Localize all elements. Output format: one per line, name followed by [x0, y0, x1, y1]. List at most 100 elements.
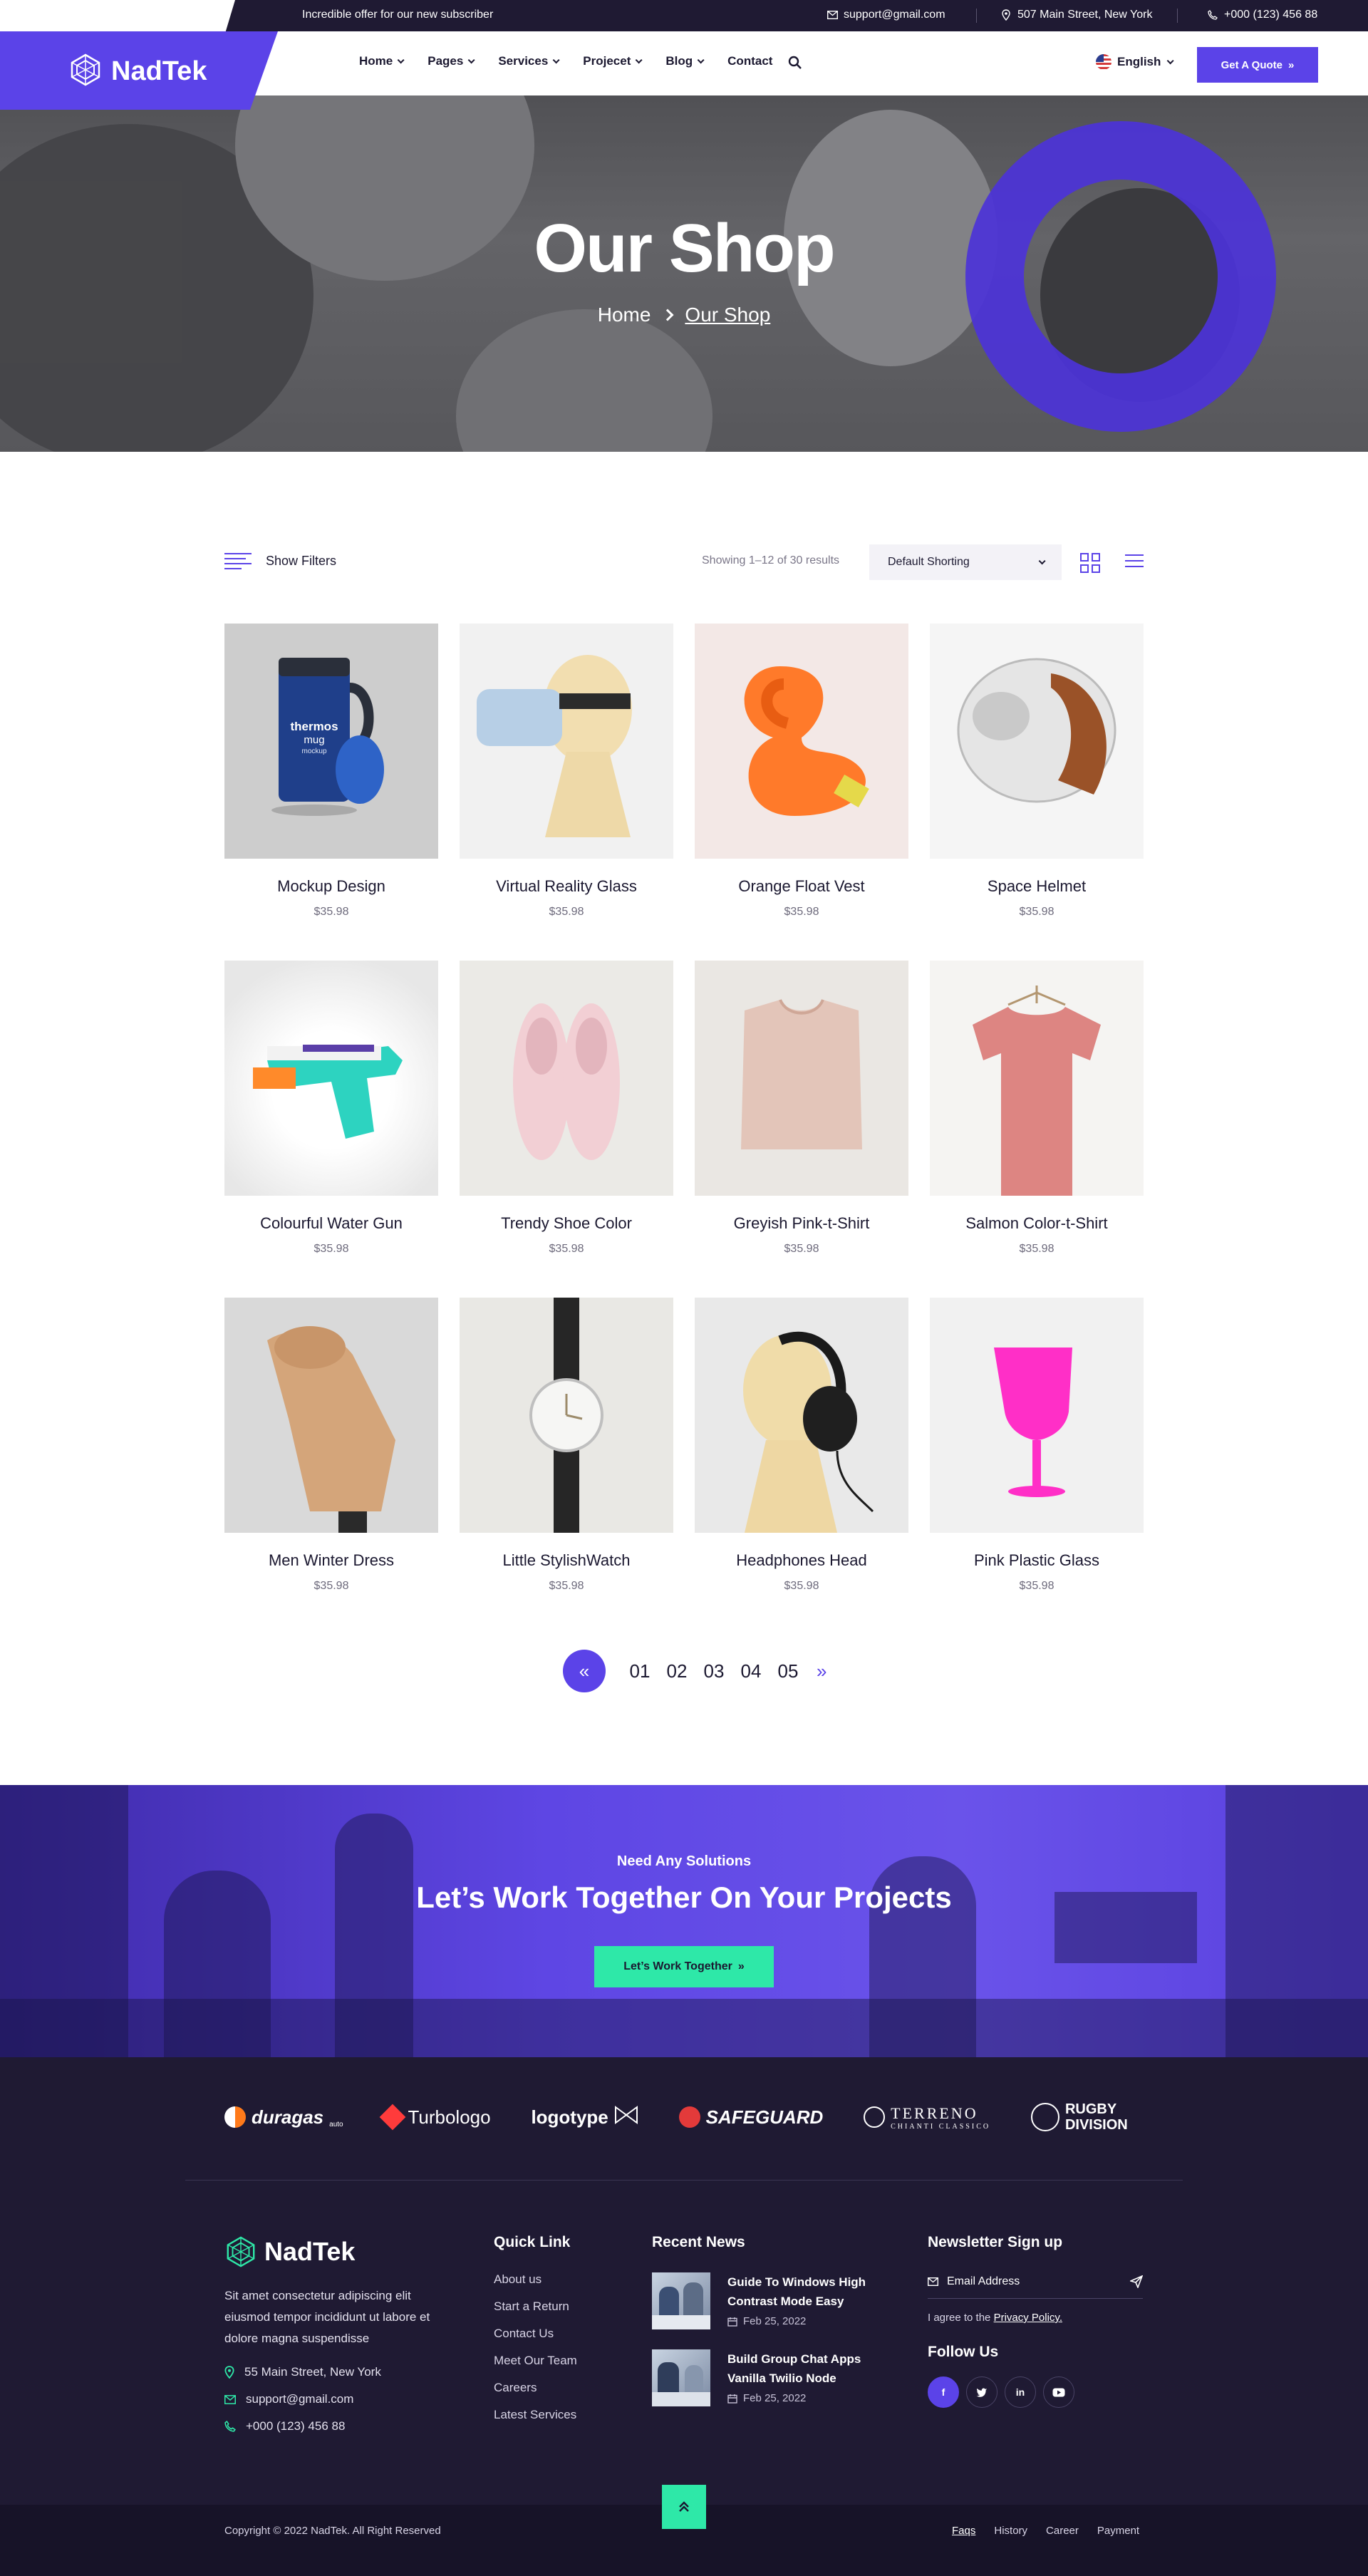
- product-price: $35.98: [784, 1243, 819, 1255]
- product-card[interactable]: Virtual Reality Glass $35.98: [460, 624, 673, 933]
- page-link[interactable]: 03: [700, 1660, 728, 1682]
- next-page-icon[interactable]: »: [817, 1660, 826, 1682]
- get-quote-button[interactable]: Get A Quote »: [1197, 47, 1318, 83]
- news-item[interactable]: Guide To Windows High Contrast Mode Easy…: [652, 2272, 870, 2329]
- show-filters-button[interactable]: Show Filters: [224, 553, 336, 569]
- product-card[interactable]: Greyish Pink-t-Shirt $35.98: [695, 961, 908, 1271]
- list-view-icon[interactable]: [1125, 554, 1144, 567]
- product-image-headphones[interactable]: [695, 1298, 908, 1533]
- product-image-space-helmet[interactable]: [930, 624, 1144, 859]
- bottom-link-faqs[interactable]: Faqs: [952, 2525, 975, 2537]
- previous-page-icon[interactable]: «: [563, 1650, 606, 1692]
- work-together-button[interactable]: Let’s Work Together »: [594, 1946, 774, 1987]
- news-item[interactable]: Build Group Chat Apps Vanilla Twilio Nod…: [652, 2349, 870, 2406]
- product-name[interactable]: Colourful Water Gun: [224, 1214, 438, 1233]
- product-name[interactable]: Greyish Pink-t-Shirt: [695, 1214, 908, 1233]
- footer-link[interactable]: Careers: [494, 2381, 577, 2395]
- partner-logo-duragas[interactable]: duragas auto: [224, 2106, 343, 2128]
- page-link[interactable]: 04: [737, 1660, 765, 1682]
- product-image-vr-glass[interactable]: [460, 624, 673, 859]
- partner-logo-turbologo[interactable]: Turbologo: [380, 2104, 491, 2131]
- nav-item-blog[interactable]: Blog: [665, 54, 705, 68]
- product-image-mug[interactable]: thermos mug mockup: [224, 624, 438, 859]
- product-name[interactable]: Men Winter Dress: [224, 1551, 438, 1570]
- footer-link[interactable]: Start a Return: [494, 2300, 577, 2314]
- footer-phone[interactable]: +000 (123) 456 88: [224, 2419, 438, 2433]
- send-icon[interactable]: [1130, 2275, 1143, 2288]
- footer-link[interactable]: Latest Services: [494, 2408, 577, 2422]
- scroll-to-top-button[interactable]: [662, 2485, 706, 2529]
- product-name[interactable]: Pink Plastic Glass: [930, 1551, 1144, 1570]
- product-name[interactable]: Trendy Shoe Color: [460, 1214, 673, 1233]
- product-name[interactable]: Mockup Design: [224, 877, 438, 896]
- footer-link[interactable]: About us: [494, 2272, 577, 2287]
- product-image-pink-tshirt[interactable]: [695, 961, 908, 1196]
- news-title[interactable]: Build Group Chat Apps Vanilla Twilio Nod…: [727, 2349, 870, 2388]
- topbar-phone[interactable]: +000 (123) 456 88: [1207, 9, 1317, 21]
- product-price: $35.98: [314, 1243, 349, 1255]
- topbar-email[interactable]: support@gmail.com: [826, 9, 945, 21]
- product-name[interactable]: Little StylishWatch: [460, 1551, 673, 1570]
- footer-email[interactable]: support@gmail.com: [224, 2392, 438, 2406]
- page-link[interactable]: 05: [774, 1660, 802, 1682]
- product-name[interactable]: Headphones Head: [695, 1551, 908, 1570]
- product-image-shoes[interactable]: [460, 961, 673, 1196]
- partner-logo-terreno[interactable]: TERRENO CHIANTI CLASSICO: [864, 2104, 990, 2131]
- breadcrumb-current[interactable]: Our Shop: [685, 304, 770, 326]
- product-image-float-vest[interactable]: [695, 624, 908, 859]
- product-card[interactable]: Colourful Water Gun $35.98: [224, 961, 438, 1271]
- nav-item-home[interactable]: Home: [359, 54, 405, 68]
- linkedin-icon[interactable]: in: [1005, 2376, 1036, 2408]
- partner-name: duragas: [252, 2106, 324, 2128]
- product-name[interactable]: Orange Float Vest: [695, 877, 908, 896]
- logo-block[interactable]: NadTek: [0, 31, 278, 110]
- product-card[interactable]: Little StylishWatch $35.98: [460, 1298, 673, 1608]
- product-image-watch[interactable]: [460, 1298, 673, 1533]
- page-link[interactable]: 02: [663, 1660, 691, 1682]
- footer-link[interactable]: Meet Our Team: [494, 2354, 577, 2368]
- language-selector[interactable]: English: [1096, 54, 1174, 70]
- product-name[interactable]: Salmon Color-t-Shirt: [930, 1214, 1144, 1233]
- newsletter-placeholder[interactable]: Email Address: [947, 2275, 1020, 2288]
- breadcrumb-home[interactable]: Home: [598, 304, 651, 326]
- product-card[interactable]: Pink Plastic Glass $35.98: [930, 1298, 1144, 1608]
- footer-logo[interactable]: NadTek: [224, 2235, 438, 2268]
- product-card[interactable]: thermos mug mockup Mockup Design $35.98: [224, 624, 438, 933]
- nav-item-contact[interactable]: Contact: [727, 54, 772, 68]
- footer-link[interactable]: Contact Us: [494, 2327, 577, 2341]
- nav-item-services[interactable]: Services: [498, 54, 560, 68]
- partner-logo-logotype[interactable]: logotype: [531, 2105, 638, 2129]
- product-image-salmon-tshirt[interactable]: [930, 961, 1144, 1196]
- page-link[interactable]: 01: [626, 1660, 654, 1682]
- partner-name: RUGBY DIVISION: [1064, 2101, 1128, 2133]
- newsletter-email-field[interactable]: Email Address: [928, 2275, 1143, 2299]
- nav-item-pages[interactable]: Pages: [428, 54, 475, 68]
- product-card[interactable]: Salmon Color-t-Shirt $35.98: [930, 961, 1144, 1271]
- product-card[interactable]: Space Helmet $35.98: [930, 624, 1144, 933]
- bottom-link-history[interactable]: History: [994, 2525, 1027, 2537]
- product-card[interactable]: Men Winter Dress $35.98: [224, 1298, 438, 1608]
- product-image-water-gun[interactable]: [224, 961, 438, 1196]
- bottom-link-payment[interactable]: Payment: [1097, 2525, 1139, 2537]
- partner-logo-safeguard[interactable]: SAFEGUARD: [678, 2106, 823, 2128]
- facebook-icon[interactable]: f: [928, 2376, 959, 2408]
- product-card[interactable]: Orange Float Vest $35.98: [695, 624, 908, 933]
- news-title[interactable]: Guide To Windows High Contrast Mode Easy: [727, 2272, 870, 2311]
- product-image-pink-glass[interactable]: [930, 1298, 1144, 1533]
- product-name[interactable]: Virtual Reality Glass: [460, 877, 673, 896]
- grid-view-icon[interactable]: [1080, 553, 1100, 573]
- nav-item-project[interactable]: Projecet: [583, 54, 643, 68]
- youtube-icon[interactable]: [1043, 2376, 1074, 2408]
- product-card[interactable]: Trendy Shoe Color $35.98: [460, 961, 673, 1271]
- bottom-link-career[interactable]: Career: [1046, 2525, 1079, 2537]
- news-thumbnail[interactable]: [652, 2272, 710, 2329]
- partner-logo-rugby[interactable]: RUGBY DIVISION: [1030, 2101, 1144, 2133]
- product-name[interactable]: Space Helmet: [930, 877, 1144, 896]
- product-card[interactable]: Headphones Head $35.98: [695, 1298, 908, 1608]
- product-image-winter-dress[interactable]: [224, 1298, 438, 1533]
- twitter-icon[interactable]: [966, 2376, 998, 2408]
- search-icon[interactable]: [788, 56, 802, 73]
- news-thumbnail[interactable]: [652, 2349, 710, 2406]
- sort-select[interactable]: Default Shorting: [869, 544, 1062, 580]
- privacy-policy-link[interactable]: Privacy Policy.: [994, 2312, 1062, 2324]
